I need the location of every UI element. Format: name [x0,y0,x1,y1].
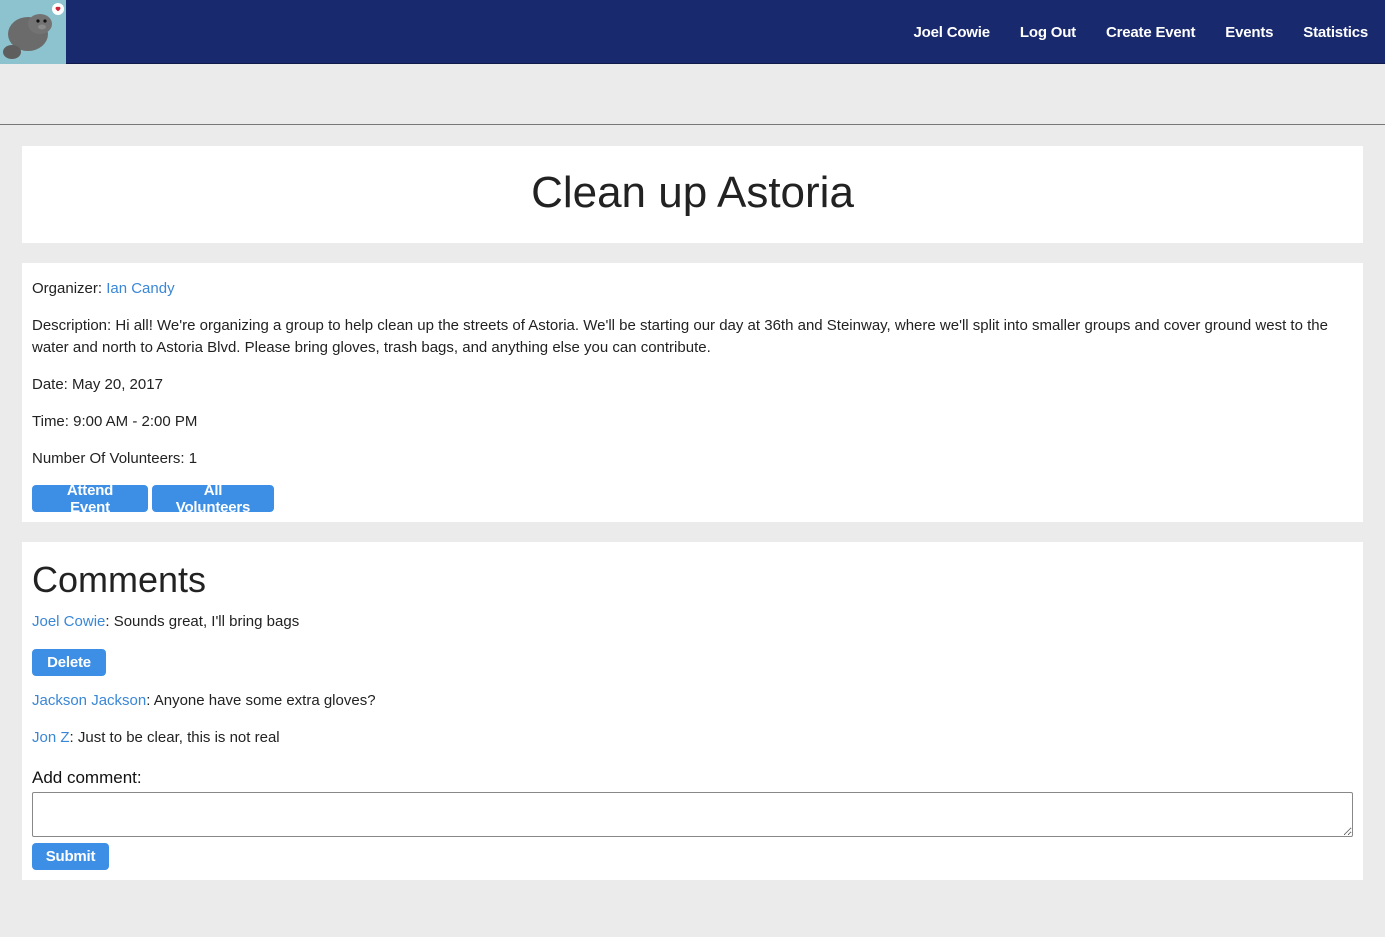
nav-events-link[interactable]: Events [1210,24,1288,41]
comments-heading: Comments [32,559,207,600]
attend-event-button[interactable]: Attend Event [32,482,148,516]
comment-text: : Just to be clear, this is not real [69,729,280,746]
nav-links: Joel Cowie Log Out Create Event Events S… [899,0,1385,64]
add-comment-label: Add comment: [32,768,142,787]
manatee-logo-icon[interactable] [0,0,66,64]
nav-statistics-link[interactable]: Statistics [1288,24,1385,41]
sub-header-bar [0,64,1385,125]
comment-input[interactable] [32,792,1353,837]
event-title-panel: Clean up Astoria [22,146,1363,243]
comments-panel: Comments Joel Cowie: Sounds great, I'll … [22,542,1363,880]
event-time: Time: 9:00 AM - 2:00 PM [32,413,198,430]
submit-comment-button[interactable]: Submit [32,843,109,870]
organizer-line: Organizer: Ian Candy [32,278,1343,300]
description-label: Description: [32,317,116,334]
event-title: Clean up Astoria [531,168,854,217]
nav-logout-link[interactable]: Log Out [1005,24,1091,41]
comment-author-link[interactable]: Jackson Jackson [32,692,146,709]
top-navbar: Joel Cowie Log Out Create Event Events S… [0,0,1385,64]
comment-item: Jackson Jackson: Anyone have some extra … [32,690,376,712]
comment-item: Joel Cowie: Sounds great, I'll bring bag… [32,611,299,633]
comment-author-link[interactable]: Jon Z [32,729,70,746]
organizer-link[interactable]: Ian Candy [106,280,174,297]
comment-text: : Anyone have some extra gloves? [146,692,376,709]
nav-user-link[interactable]: Joel Cowie [899,24,1005,41]
volunteer-count: Number Of Volunteers: 1 [32,450,198,467]
organizer-label: Organizer: [32,280,107,297]
comment-author-link[interactable]: Joel Cowie [32,613,105,630]
comment-item: Jon Z: Just to be clear, this is not rea… [32,727,280,749]
description-line: Description: Hi all! We're organizing a … [32,315,1343,359]
comment-text: : Sounds great, I'll bring bags [105,613,300,630]
description-text: Hi all! We're organizing a group to help… [32,317,1328,356]
event-details-panel: Organizer: Ian Candy Description: Hi all… [22,263,1363,522]
nav-create-event-link[interactable]: Create Event [1091,24,1210,41]
event-date: Date: May 20, 2017 [32,376,163,393]
delete-comment-button[interactable]: Delete [32,649,106,676]
all-volunteers-button[interactable]: All Volunteers [152,482,274,516]
